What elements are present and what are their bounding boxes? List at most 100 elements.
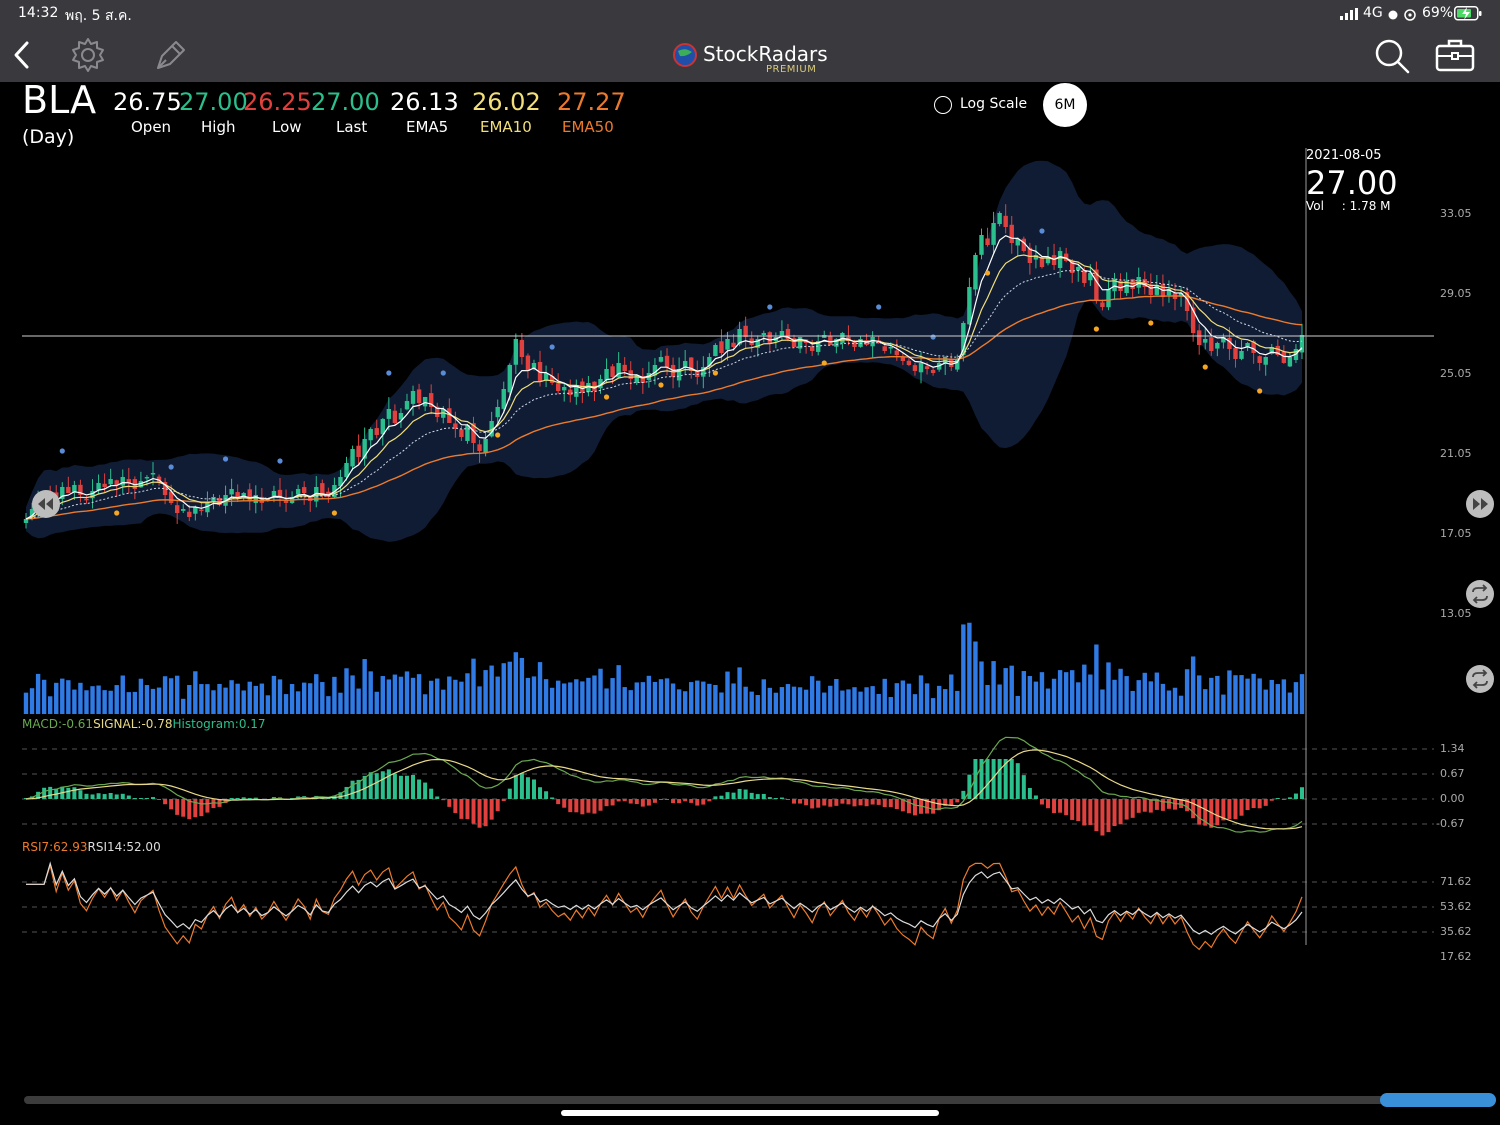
volume-bar [725, 671, 730, 714]
volume-bar [265, 695, 271, 714]
volume-bar [301, 682, 307, 714]
candle-body [271, 491, 277, 497]
swap-indicator-button[interactable] [1466, 665, 1494, 693]
volume-bar [338, 692, 343, 714]
macd-histogram-bar [562, 799, 567, 808]
volume-bar [816, 680, 821, 714]
macd-histogram-bar [816, 799, 821, 808]
volume-bar [320, 682, 325, 714]
candle-body [181, 509, 186, 511]
volume-bar [168, 678, 174, 714]
candle-body [102, 483, 107, 487]
volume-bar [1142, 672, 1147, 714]
candle-body [604, 369, 609, 381]
crosshair-price: 27.00 [1306, 164, 1398, 202]
price-axis-tick: 33.05 [1440, 207, 1472, 220]
macd-legend: MACD:-0.61SIGNAL:-0.78Histogram:0.17 [22, 717, 266, 731]
macd-histogram-bar [72, 787, 77, 799]
volume-bar [471, 658, 476, 714]
candle-body [501, 389, 506, 409]
volume-bar [1184, 669, 1190, 714]
timeline-scroll-thumb[interactable] [1380, 1093, 1496, 1107]
volume-bar [120, 675, 125, 714]
macd-histogram-bar [181, 799, 186, 817]
volume-bar [1118, 668, 1123, 714]
volume-bar [374, 691, 379, 714]
candle-body [967, 287, 972, 325]
macd-histogram-bar [592, 799, 597, 814]
volume-bar [1063, 672, 1069, 714]
macd-histogram-bar [392, 773, 397, 799]
signal-dot [495, 432, 501, 438]
candle-body [193, 507, 198, 514]
macd-histogram-bar [538, 787, 543, 799]
scroll-forward-button[interactable] [1466, 490, 1494, 518]
macd-histogram-bar [616, 799, 621, 802]
candle-body [1215, 343, 1220, 349]
macd-line [25, 736, 1303, 833]
volume-bar [66, 680, 71, 714]
macd-histogram-bar [157, 799, 162, 800]
volume-bar [29, 688, 35, 714]
rewind-icon [38, 498, 53, 510]
macd-histogram-bar [459, 799, 464, 819]
volume-bar [308, 683, 313, 714]
macd-histogram-bar [1197, 799, 1202, 825]
candle-body [882, 346, 887, 351]
macd-histogram-bar [804, 799, 809, 806]
macd-histogram-bar [1239, 799, 1244, 816]
volume-bar [967, 622, 972, 714]
macd-histogram-bar [1275, 798, 1280, 799]
macd-histogram-bar [1021, 775, 1026, 799]
candle-body [1057, 251, 1063, 268]
candle-body [84, 498, 89, 501]
rsi-panel [26, 861, 1303, 951]
volume-bar [410, 677, 416, 714]
volume-bar [60, 678, 65, 714]
volume-bars [23, 622, 1305, 714]
macd-histogram-bar [1142, 799, 1147, 812]
macd-histogram-bar [1052, 799, 1057, 814]
candle-body [949, 359, 954, 367]
candle-body [1196, 330, 1202, 345]
candle-body [386, 409, 392, 419]
timeline-scrollbar[interactable] [24, 1096, 1496, 1104]
macd-histogram-bar [90, 794, 95, 799]
rsi-legend: RSI7:62.93RSI14:52.00 [22, 840, 161, 854]
signal-dot [712, 370, 719, 376]
vol-value: : 1.78 M [1341, 199, 1391, 213]
scroll-back-button[interactable] [32, 490, 60, 518]
candle-body [1100, 302, 1105, 307]
candle-body [507, 365, 512, 393]
volume-bar [586, 677, 591, 714]
volume-bar [695, 680, 700, 714]
macd-histogram-bar [1070, 799, 1075, 820]
macd-histogram-bar [465, 799, 470, 820]
candle-body [767, 332, 773, 343]
volume-bar [822, 692, 827, 714]
macd-histogram-bar [1076, 799, 1081, 822]
macd-histogram-bar [1094, 799, 1099, 832]
macd-histogram-bar [507, 788, 512, 799]
candle-body [912, 365, 918, 371]
volume-bar [174, 675, 180, 714]
volume-bar [483, 670, 488, 714]
volume-bar [398, 676, 404, 714]
candle-body [108, 479, 113, 485]
macd-histogram-bar [997, 759, 1002, 799]
price-chart[interactable] [0, 0, 1500, 1125]
candle-body [1209, 337, 1214, 351]
macd-histogram-bar [773, 798, 778, 799]
macd-histogram-bar [628, 799, 633, 804]
macd-histogram-bar [646, 799, 651, 806]
swap-icon [1472, 584, 1488, 604]
macd-histogram-bar [683, 799, 688, 802]
candle-body [150, 473, 156, 475]
swap-indicator-button[interactable] [1466, 580, 1494, 608]
macd-histogram-bar [1130, 799, 1135, 818]
candle-body [918, 363, 924, 373]
volume-bar [900, 680, 906, 714]
volume-bar [156, 687, 162, 714]
candle-body [1239, 351, 1244, 359]
volume-bar [562, 683, 567, 714]
